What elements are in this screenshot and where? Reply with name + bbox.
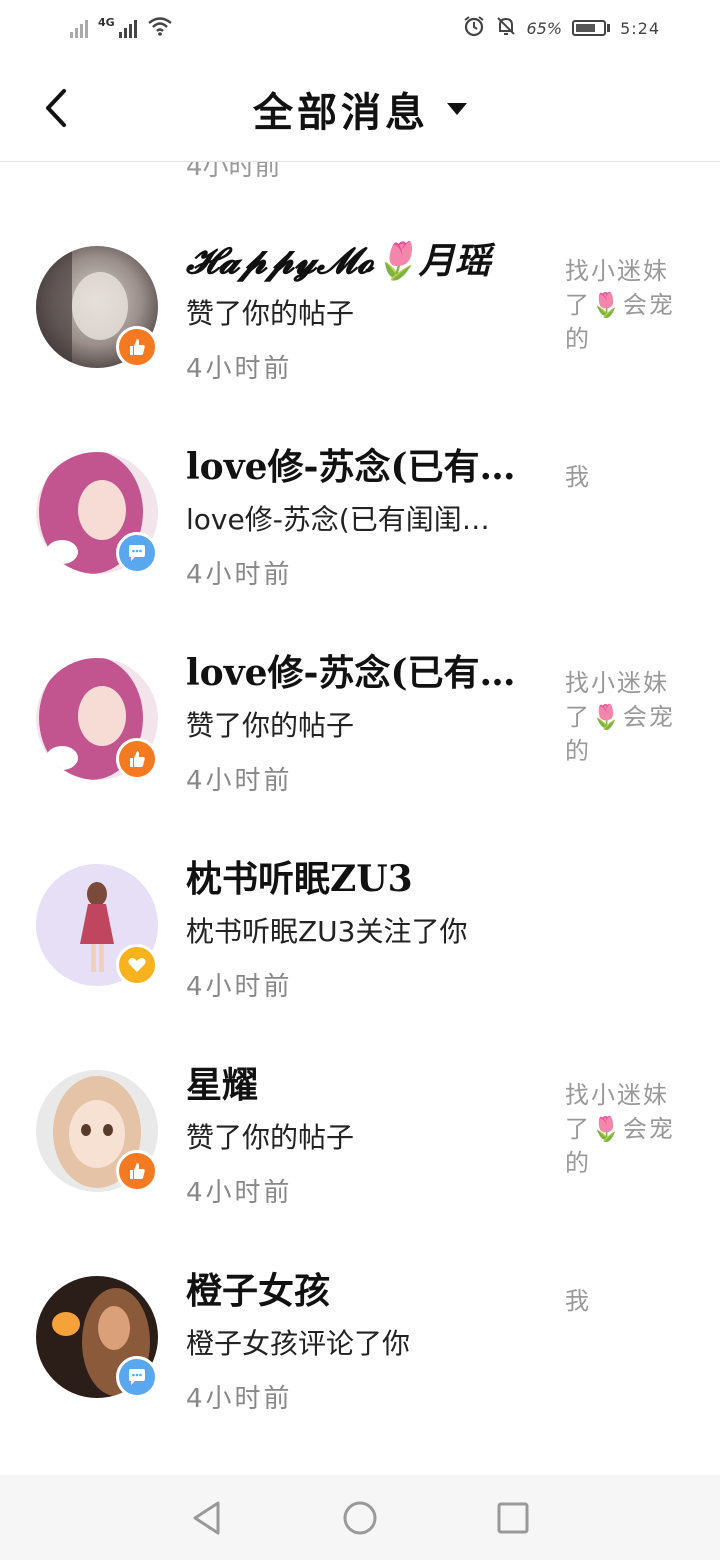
system-nav-bar [0, 1475, 720, 1560]
comment-badge-icon [116, 532, 158, 574]
nav-home-button[interactable] [330, 1488, 390, 1548]
message-item[interactable]: 𝓗𝓪𝓹𝓹𝔂𝓜𝓸🌷月瑶 赞了你的帖子 4小时前 找小迷妹了🌷会宠的 [0, 162, 720, 384]
comment-badge-icon [116, 1356, 158, 1398]
message-list[interactable]: 4小时前 𝓗𝓪𝓹𝓹𝔂𝓜𝓸🌷月瑶 赞了你的帖子 4小时前 找小迷妹了🌷会宠的 lo… [0, 162, 720, 1475]
network-type: 4G [98, 16, 115, 29]
screen: 4G 65% 5:24 全部消息 4小时前 𝓗𝓪𝓹𝓹𝔂𝓜𝓸🌷月瑶 赞了你的帖子 … [0, 0, 720, 1560]
action-text: 赞了你的帖子 [186, 1121, 355, 1154]
clock: 5:24 [620, 18, 660, 38]
message-item[interactable]: 橙子女孩 橙子女孩评论了你 4小时前 我 [0, 1192, 720, 1414]
avatar[interactable] [36, 1276, 158, 1398]
post-snippet[interactable]: 找小迷妹了🌷会宠的 [565, 666, 685, 768]
sim1-signal-icon [70, 18, 88, 38]
post-snippet[interactable]: 找小迷妹了🌷会宠的 [565, 254, 685, 356]
post-snippet[interactable]: 找小迷妹了🌷会宠的 [565, 1078, 685, 1180]
wifi-icon [147, 16, 173, 40]
chevron-left-icon [46, 89, 66, 127]
battery-icon [572, 20, 611, 36]
sender-name: love修-苏念(已有… [186, 652, 516, 694]
square-recents-icon [497, 1502, 529, 1533]
sender-name: 橙子女孩 [186, 1270, 331, 1312]
avatar[interactable] [36, 658, 158, 780]
circle-home-icon [343, 1501, 377, 1534]
action-text: 枕书听眠ZU3关注了你 [186, 915, 468, 948]
header: 全部消息 [0, 56, 720, 162]
page-title: 全部消息 [253, 88, 429, 136]
status-bar: 4G 65% 5:24 [0, 0, 720, 56]
action-text: 橙子女孩评论了你 [186, 1327, 411, 1360]
message-item[interactable]: love修-苏念(已有… 赞了你的帖子 4小时前 找小迷妹了🌷会宠的 [0, 574, 720, 796]
sender-name: 枕书听眠ZU3 [186, 858, 413, 900]
timestamp: 4小时前 [186, 1384, 293, 1414]
post-snippet[interactable]: 我 [565, 460, 685, 494]
message-item[interactable]: 枕书听眠ZU3 枕书听眠ZU3关注了你 4小时前 [0, 780, 720, 1002]
avatar[interactable] [36, 246, 158, 368]
action-text: 赞了你的帖子 [186, 297, 355, 330]
back-button[interactable] [36, 84, 76, 132]
like-badge-icon [116, 1150, 158, 1192]
action-text: love修-苏念(已有闺闺… [186, 503, 490, 536]
avatar[interactable] [36, 864, 158, 986]
caret-down-icon [447, 102, 467, 115]
status-left: 4G [70, 16, 173, 40]
nav-recents-button[interactable] [483, 1488, 543, 1548]
battery-percent: 65% [526, 18, 563, 38]
post-snippet[interactable]: 我 [565, 1284, 685, 1318]
sender-name: 星耀 [186, 1064, 259, 1106]
sender-name: 𝓗𝓪𝓹𝓹𝔂𝓜𝓸🌷月瑶 [186, 240, 491, 282]
sim2-signal-icon [118, 18, 137, 38]
avatar[interactable] [36, 1070, 158, 1192]
nav-back-button[interactable] [177, 1488, 237, 1548]
triangle-back-icon [193, 1501, 220, 1534]
like-badge-icon [116, 738, 158, 780]
action-text: 赞了你的帖子 [186, 709, 355, 742]
message-item[interactable]: 星耀 赞了你的帖子 4小时前 找小迷妹了🌷会宠的 [0, 986, 720, 1208]
follow-badge-icon [116, 944, 158, 986]
mute-bell-icon [495, 15, 517, 41]
message-filter-dropdown[interactable]: 全部消息 [253, 80, 467, 138]
sender-name: love修-苏念(已有… [186, 446, 516, 488]
avatar[interactable] [36, 452, 158, 574]
alarm-icon [463, 15, 485, 41]
like-badge-icon [116, 326, 158, 368]
message-item[interactable]: love修-苏念(已有… love修-苏念(已有闺闺… 4小时前 我 [0, 368, 720, 590]
status-right: 65% 5:24 [463, 15, 661, 41]
